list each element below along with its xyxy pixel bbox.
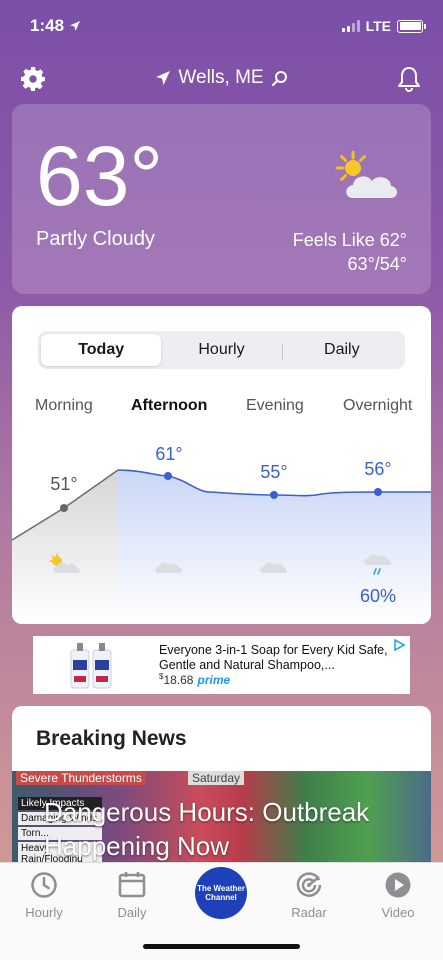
tab-label: The Weather Channel [197,884,245,902]
prime-badge: prime [197,673,231,687]
ad-choices-icon[interactable] [393,639,405,651]
temp-label-evening: 55° [260,462,287,482]
calendar-icon [118,872,146,898]
status-indicators: LTE [341,18,426,34]
ad-banner[interactable]: Everyone 3-in-1 Soap for Every Kid Safe,… [33,636,410,694]
partly-cloudy-icon [335,150,397,198]
news-section-title: Breaking News [36,727,187,750]
temp-point-morning [60,504,68,512]
period-afternoon[interactable]: Afternoon [131,397,207,415]
breaking-news-card[interactable]: Breaking News Severe Thunderstorms Satur… [12,706,431,866]
clock-icon [31,872,57,898]
news-headline: Dangerous Hours: Outbreak Happening Now [44,797,370,861]
image-banner: Severe Thunderstorms [16,771,146,785]
temp-label-afternoon: 61° [155,444,182,464]
high-low: 63°/54° [347,254,407,274]
period-evening[interactable]: Evening [246,397,304,415]
period-overnight[interactable]: Overnight [343,397,412,415]
location-arrow-icon [156,71,171,85]
weather-channel-logo-button[interactable]: The Weather Channel [195,867,247,919]
temp-point-evening [270,491,278,499]
location-name: Wells, ME [178,67,264,88]
current-temperature: 63° [36,129,164,223]
temp-point-afternoon [164,472,172,480]
status-time-text: 1:48 [30,16,65,35]
feels-like-block: Feels Like 62° 63°/54° [293,228,407,276]
image-day: Saturday [188,771,245,785]
tab-daily-nav[interactable]: Daily [97,871,167,920]
radar-icon [296,872,322,897]
temp-label-morning: 51° [50,474,77,494]
tab-radar-nav[interactable]: Radar [274,871,344,920]
tab-label: Daily [117,905,147,920]
temperature-chart: 51° 61° 55° 56° 60% [12,444,431,624]
tab-today[interactable]: Today [41,334,162,366]
current-conditions-card[interactable]: 63° Partly Cloudy Feels Like 62° 63°/54° [12,104,431,294]
home-indicator[interactable] [143,944,300,949]
current-condition: Partly Cloudy [36,228,155,250]
bell-icon[interactable] [397,66,421,92]
period-labels: Morning Afternoon Evening Overnight [12,397,431,417]
tab-hourly-nav[interactable]: Hourly [9,871,79,920]
play-icon [385,872,411,898]
tab-label: Video [381,905,415,920]
product-image [70,643,112,689]
ad-price-row: $18.68 prime [159,672,230,687]
tab-hourly[interactable]: Hourly [161,334,281,366]
tab-daily[interactable]: Daily [281,334,402,366]
period-morning[interactable]: Morning [35,397,93,415]
battery-icon [397,19,426,33]
feels-like: Feels Like 62° [292,230,407,250]
forecast-card: Today Hourly Daily Morning Afternoon Eve… [12,306,431,624]
temp-label-overnight: 56° [364,459,391,479]
tab-video-nav[interactable]: Video [363,871,433,920]
precip-chance-overnight: 60% [360,586,396,606]
location-arrow-icon [69,21,80,31]
status-bar: 1:48 LTE [0,0,443,54]
search-icon [271,70,287,86]
forecast-tabs: Today Hourly Daily [38,331,405,369]
tab-label: Hourly [25,905,63,920]
location-selector[interactable]: Wells, ME [0,67,443,89]
temp-point-overnight [374,488,382,496]
top-nav: Wells, ME [0,60,443,100]
ad-title: Everyone 3-in-1 Soap for Every Kid Safe,… [159,643,388,672]
tab-label: Radar [291,905,327,920]
news-image[interactable]: Severe Thunderstorms Saturday Likely Imp… [12,771,431,866]
ad-price: 18.68 [163,673,194,687]
network-label: LTE [365,18,391,34]
signal-icon [341,20,360,32]
status-time: 1:48 [30,16,81,36]
